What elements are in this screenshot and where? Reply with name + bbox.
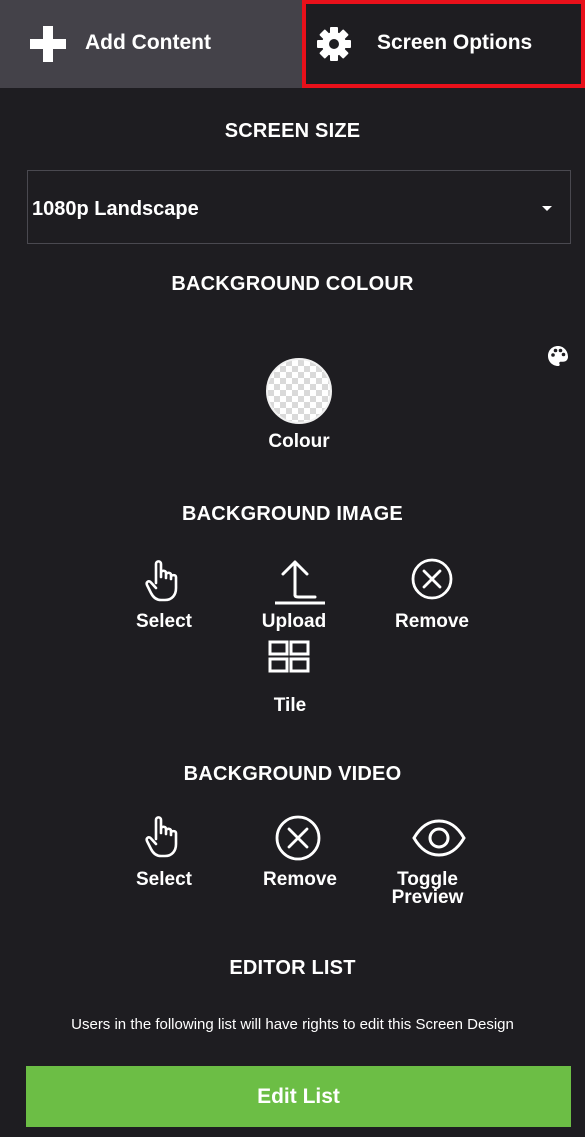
screen-size-select[interactable]: 1080p Landscape <box>27 170 571 244</box>
tab-add-content-label: Add Content <box>85 31 211 54</box>
palette-icon[interactable] <box>547 345 569 367</box>
background-image-heading: BACKGROUND IMAGE <box>182 503 403 525</box>
tile-grid-icon <box>268 640 310 673</box>
bg-image-remove-label: Remove <box>395 611 469 632</box>
screen-size-heading: SCREEN SIZE <box>224 120 361 142</box>
chevron-down-icon <box>542 206 552 211</box>
circle-x-icon <box>411 558 453 600</box>
background-video-heading: BACKGROUND VIDEO <box>183 763 402 785</box>
bg-image-upload-label: Upload <box>261 611 327 632</box>
bg-video-remove-label: Remove <box>263 869 337 890</box>
tab-add-content[interactable]: Add Content <box>0 0 302 88</box>
bg-image-select-button[interactable]: Select <box>104 557 224 637</box>
tab-bar: Add Content Screen Options <box>0 0 585 88</box>
bg-video-select-button[interactable]: Select <box>104 813 224 893</box>
tab-screen-options-label: Screen Options <box>377 31 533 54</box>
bg-image-remove-button[interactable]: Remove <box>379 557 499 637</box>
plus-icon <box>30 26 66 62</box>
bg-image-upload-button[interactable]: Upload <box>234 557 354 637</box>
editor-list-description: Users in the following list will have ri… <box>71 1016 514 1033</box>
bg-image-select-label: Select <box>136 611 192 632</box>
upload-arrow-icon <box>275 560 325 605</box>
bg-image-tile-label: Tile <box>273 695 307 716</box>
background-colour-heading: BACKGROUND COLOUR <box>171 273 414 295</box>
eye-icon <box>412 819 466 857</box>
screen-size-value: 1080p Landscape <box>32 198 199 220</box>
bg-video-toggle-preview-button[interactable]: Toggle Preview <box>380 813 500 913</box>
gear-icon <box>317 27 351 61</box>
editor-list-heading: EDITOR LIST <box>229 957 356 979</box>
circle-x-icon <box>275 815 321 861</box>
colour-picker-swatch[interactable] <box>266 358 332 424</box>
edit-list-button[interactable]: Edit List <box>26 1066 571 1127</box>
hand-pointer-icon <box>145 560 178 602</box>
bg-video-remove-button[interactable]: Remove <box>240 813 360 893</box>
hand-pointer-icon <box>145 816 178 858</box>
bg-video-select-label: Select <box>136 869 192 890</box>
bg-video-toggle-preview-label: Toggle Preview <box>391 869 464 908</box>
colour-label: Colour <box>268 431 330 452</box>
bg-image-tile-button[interactable]: Tile <box>238 640 358 720</box>
tab-screen-options[interactable]: Screen Options <box>302 0 585 88</box>
